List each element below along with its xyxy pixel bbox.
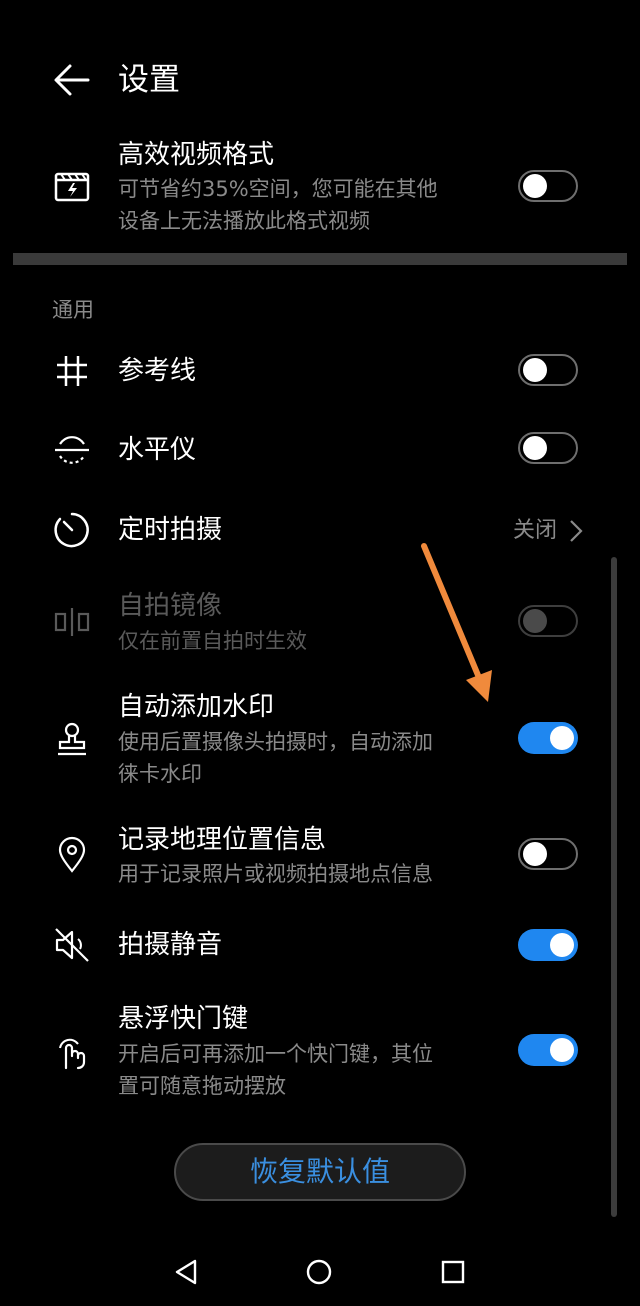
chevron-right-icon [568,517,584,545]
section-header-general: 通用 [52,298,94,322]
mute-icon [52,925,92,965]
floating-shutter-icon [52,1032,92,1072]
watermark-subtitle-line1: 使用后置摄像头拍摄时，自动添加 [118,730,433,754]
timer-value[interactable]: 关闭 [513,515,557,547]
timer-icon [52,510,92,550]
grid-icon [52,351,92,391]
restore-defaults-button[interactable]: 恢复默认值 [174,1143,466,1201]
timer-title: 定时拍摄 [118,515,223,545]
level-icon [52,430,92,470]
level-toggle[interactable] [518,432,578,464]
floating-title: 悬浮快门键 [118,1004,249,1034]
hevc-title: 高效视频格式 [118,140,275,170]
nav-recents-icon[interactable] [439,1258,467,1286]
floating-subtitle-line2: 置可随意拖动摆放 [118,1074,286,1098]
watermark-toggle[interactable] [518,722,578,754]
page-title: 设置 [118,62,180,98]
section-divider [13,253,627,265]
hevc-toggle[interactable] [518,170,578,202]
back-arrow-icon[interactable] [52,60,92,100]
annotation-arrow [416,540,496,710]
mute-toggle[interactable] [518,929,578,961]
mirror-title: 自拍镜像 [118,591,223,621]
stamp-icon [52,720,92,760]
hevc-subtitle-line2: 设备上无法播放此格式视频 [118,209,370,233]
navigation-bar [0,1236,640,1306]
scrollbar[interactable] [611,557,617,1217]
location-title: 记录地理位置信息 [118,825,327,855]
mute-title: 拍摄静音 [118,930,223,960]
nav-back-icon[interactable] [172,1258,200,1286]
location-pin-icon [52,835,92,875]
grid-title: 参考线 [118,356,197,386]
video-format-icon [52,166,92,206]
grid-toggle[interactable] [518,354,578,386]
nav-home-icon[interactable] [305,1258,333,1286]
watermark-subtitle-line2: 徕卡水印 [118,762,202,786]
location-toggle[interactable] [518,838,578,870]
mirror-icon [52,602,92,642]
floating-toggle[interactable] [518,1034,578,1066]
watermark-title: 自动添加水印 [118,692,275,722]
level-title: 水平仪 [118,435,197,465]
mirror-toggle[interactable] [518,605,578,637]
floating-subtitle-line1: 开启后可再添加一个快门键，其位 [118,1042,433,1066]
location-subtitle: 用于记录照片或视频拍摄地点信息 [118,862,433,886]
hevc-subtitle-line1: 可节省约35%空间，您可能在其他 [118,177,438,201]
